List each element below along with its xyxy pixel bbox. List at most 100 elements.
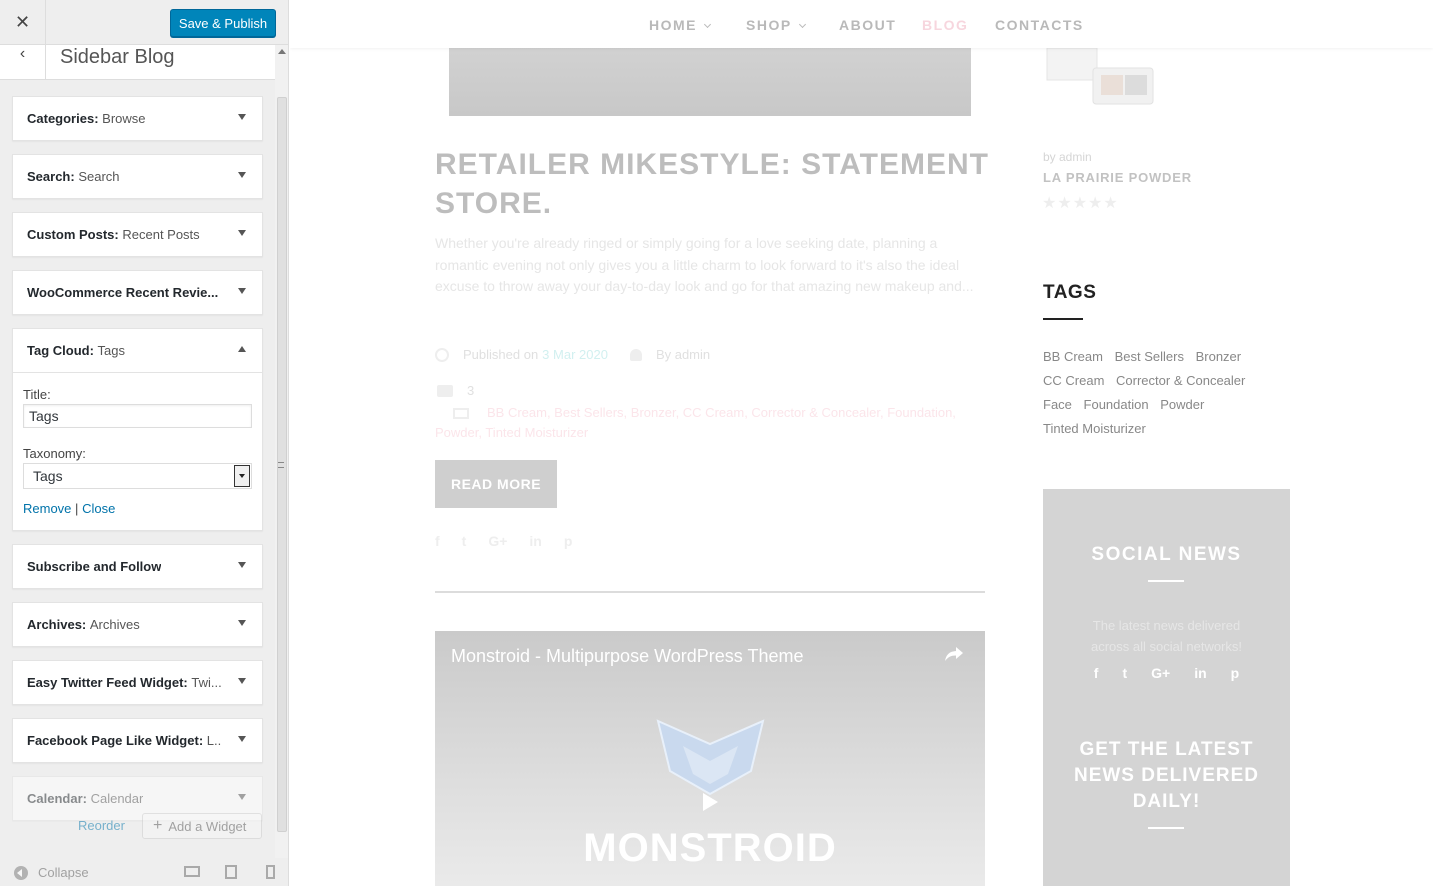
widget-title: Categories: Browse [27,111,146,126]
widget-custom-posts[interactable]: Custom Posts: Recent Posts [12,212,263,257]
widget-header[interactable]: Facebook Page Like Widget: L... [13,719,262,762]
category-links[interactable]: BB Cream, Best Sellers, Bronzer, CC Crea… [435,405,956,440]
tablet-preview-icon[interactable] [225,865,237,879]
facebook-icon[interactable]: f [1094,665,1099,681]
product-image[interactable] [1045,48,1160,108]
twitter-icon[interactable]: t [462,533,467,549]
tag-link[interactable]: Corrector & Concealer [1116,373,1245,388]
read-more-button[interactable]: READ MORE [435,460,557,508]
widget-header[interactable]: Custom Posts: Recent Posts [13,213,262,256]
widget-header[interactable]: Search: Search [13,155,262,198]
reorder-link[interactable]: Reorder [78,818,125,833]
back-icon[interactable]: ‹ [0,45,46,80]
scroll-up-icon[interactable] [278,49,286,54]
post-comments[interactable]: 3 [437,383,474,398]
facebook-icon[interactable]: f [435,533,440,549]
widget-twitter-feed[interactable]: Easy Twitter Feed Widget: Twi... [12,660,263,705]
mobile-preview-icon[interactable] [266,865,275,879]
expand-arrow-icon[interactable] [238,288,246,294]
widget-search[interactable]: Search: Search [12,154,263,199]
nav-blog[interactable]: BLOG [922,17,968,33]
scroll-grip-icon [278,462,284,468]
widget-header[interactable]: Categories: Browse [13,97,262,140]
widget-title: Calendar: Calendar [27,791,144,806]
expand-arrow-icon[interactable] [238,620,246,626]
tag-link[interactable]: Face [1043,397,1072,412]
tag-link[interactable]: Tinted Moisturizer [1043,421,1146,436]
desktop-preview-icon[interactable] [184,866,200,877]
tags-title-underline [1043,318,1083,320]
widget-header[interactable]: WooCommerce Recent Revie... [13,271,262,314]
share-icon[interactable] [945,647,963,661]
tag-link[interactable]: Powder [1160,397,1204,412]
widget-facebook-page[interactable]: Facebook Page Like Widget: L... [12,718,263,763]
collapse-label: Collapse [38,865,89,880]
nav-shop[interactable]: SHOP [746,17,806,33]
main-nav: HOME SHOP ABOUT BLOG CONTACTS [290,0,1433,48]
nav-contacts[interactable]: CONTACTS [995,17,1084,33]
title-label: Title: [23,387,51,402]
tag-link[interactable]: Foundation [1084,397,1149,412]
linkedin-icon[interactable]: in [1194,665,1206,681]
tag-link[interactable]: CC Cream [1043,373,1104,388]
widget-header[interactable]: Easy Twitter Feed Widget: Twi... [13,661,262,704]
product-name[interactable]: LA PRAIRIE POWDER [1043,170,1192,185]
widget-categories[interactable]: Categories: Browse [12,96,263,141]
share-icons: f t G+ in p [435,533,572,549]
post-author[interactable]: By admin [656,347,710,362]
social-title-underline [1148,580,1184,582]
video-title[interactable]: Monstroid - Multipurpose WordPress Theme [451,646,803,667]
close-link[interactable]: Close [82,501,115,516]
post-title[interactable]: RETAILER MIKESTYLE: STATEMENT STORE. [435,145,995,223]
save-publish-button[interactable]: Save & Publish [170,9,276,37]
taxonomy-select[interactable]: Tags [23,463,252,489]
video-embed[interactable]: Monstroid - Multipurpose WordPress Theme… [435,631,985,886]
title-input[interactable]: Tags [23,404,252,428]
social-news-widget: SOCIAL NEWS The latest news delivered ac… [1043,489,1290,886]
post-divider [435,591,985,593]
expand-arrow-icon[interactable] [238,562,246,568]
collapse-arrow-icon[interactable] [238,346,246,352]
dropdown-arrow-icon[interactable] [234,465,250,487]
post-categories: BB Cream, Best Sellers, Bronzer, CC Crea… [435,403,980,443]
chevron-down-icon [798,20,806,29]
play-icon[interactable] [703,793,718,811]
expand-arrow-icon[interactable] [238,114,246,120]
published-date[interactable]: 3 Mar 2020 [542,347,608,362]
expand-arrow-icon[interactable] [238,736,246,742]
expand-arrow-icon[interactable] [238,172,246,178]
close-icon[interactable]: ✕ [0,0,46,45]
widget-header[interactable]: Subscribe and Follow [13,545,262,588]
chevron-down-icon [703,20,712,29]
collapse-button[interactable]: Collapse [14,865,89,880]
twitter-icon[interactable]: t [1122,665,1127,681]
tag-link[interactable]: BB Cream [1043,349,1103,364]
pinterest-icon[interactable]: p [1231,665,1240,681]
widget-tag-cloud[interactable]: Tag Cloud: Tags Title: Tags Taxonomy: Ta… [12,328,263,531]
widget-archives[interactable]: Archives: Archives [12,602,263,647]
remove-link[interactable]: Remove [23,501,71,516]
widget-header[interactable]: Archives: Archives [13,603,262,646]
expand-arrow-icon[interactable] [238,230,246,236]
comment-count: 3 [467,383,475,398]
widget-woocommerce-reviews[interactable]: WooCommerce Recent Revie... [12,270,263,315]
comment-icon [437,384,453,397]
scrollbar[interactable] [275,45,288,858]
widget-header[interactable]: Tag Cloud: Tags [13,329,262,372]
tag-link[interactable]: Bronzer [1196,349,1242,364]
pinterest-icon[interactable]: p [564,533,573,549]
social-news-title: SOCIAL NEWS [1091,544,1242,565]
google-plus-icon[interactable]: G+ [1151,665,1170,681]
add-widget-button[interactable]: + Add a Widget [142,813,262,839]
widget-title: Custom Posts: Recent Posts [27,227,200,242]
widget-title: Facebook Page Like Widget: L... [27,733,222,748]
expand-arrow-icon[interactable] [238,678,246,684]
nav-home[interactable]: HOME [649,17,712,33]
widget-subscribe-follow[interactable]: Subscribe and Follow [12,544,263,589]
expand-arrow-icon[interactable] [238,794,246,800]
nav-about[interactable]: ABOUT [839,17,896,33]
product-rating: ★★★★★ [1042,195,1119,212]
tag-link[interactable]: Best Sellers [1115,349,1184,364]
google-plus-icon[interactable]: G+ [488,533,507,549]
linkedin-icon[interactable]: in [529,533,541,549]
